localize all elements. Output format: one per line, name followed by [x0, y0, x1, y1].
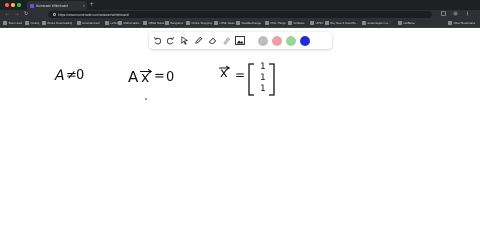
vector-x: x [141, 70, 150, 86]
folder-icon [143, 21, 147, 25]
tab-strip: Numerade Whiteboard × + [0, 0, 480, 10]
forward-button[interactable]: → [14, 11, 19, 18]
folder-icon [118, 21, 122, 25]
folder-icon [288, 21, 292, 25]
bookmark-item[interactable]: acaeimages in a... [362, 21, 390, 25]
equals-sign: = [154, 69, 165, 84]
profile-icon[interactable] [452, 11, 458, 18]
bookmark-item[interactable]: Books Downloading [42, 21, 72, 25]
folder-icon [448, 21, 452, 25]
bookmark-item[interactable]: CBSE Notes [143, 21, 164, 25]
right-bracket [269, 63, 275, 96]
eraser-icon[interactable] [207, 35, 218, 46]
whiteboard-canvas[interactable]: A ≠ 0 A x = 0 x = 1 1 1 [0, 28, 480, 244]
address-bar[interactable]: https://www.numerade.com/answer/whiteboa… [48, 11, 432, 18]
close-window-icon[interactable] [5, 3, 9, 7]
lock-icon [53, 13, 56, 16]
bookmark-item[interactable]: PNG Things [265, 21, 286, 25]
browser-tab[interactable]: Numerade Whiteboard × [27, 1, 87, 10]
bookmark-item[interactable]: Sites Used [3, 21, 22, 25]
handwriting-layer [140, 63, 275, 100]
bookmarks-bar: Sites Used Coding Books Downloading Ente… [0, 19, 480, 28]
reload-button[interactable]: ↻ [24, 11, 28, 18]
folder-icon [236, 21, 240, 25]
bookmark-icon [362, 21, 366, 25]
bookmark-item[interactable]: Entertainment [77, 21, 100, 25]
redo-icon[interactable] [165, 35, 176, 46]
bookmark-item[interactable]: Coding [25, 21, 39, 25]
numerade-favicon-icon [30, 3, 34, 8]
folder-icon [398, 21, 402, 25]
equals-sign: = [235, 68, 246, 82]
highlighter-icon[interactable] [221, 35, 232, 46]
folder-icon [105, 21, 109, 25]
folder-icon [3, 21, 7, 25]
bookmark-item[interactable]: HTML Ideas [214, 21, 235, 25]
browser-menu-icon[interactable] [464, 11, 470, 18]
folder-icon [42, 21, 46, 25]
new-tab-button[interactable]: + [90, 1, 94, 9]
address-row: ← → ↻ https://www.numerade.com/answer/wh… [0, 10, 480, 19]
matrix-a: A [128, 68, 139, 86]
tab-title: Numerade Whiteboard [36, 3, 69, 8]
minimize-window-icon[interactable] [11, 3, 15, 7]
extensions-icon[interactable] [440, 11, 446, 18]
folder-icon [25, 21, 29, 25]
folder-icon [265, 21, 269, 25]
bookmark-item[interactable]: Buy New & Used Bo... [325, 21, 358, 25]
bookmark-item[interactable]: HelBeine [398, 21, 415, 25]
cursor-dot [145, 98, 147, 100]
bookmark-item[interactable]: Bangalore [165, 21, 183, 25]
vector-x: x [220, 66, 228, 81]
bookmark-item[interactable]: Software [288, 21, 305, 25]
folder-icon [214, 21, 218, 25]
back-button[interactable]: ← [5, 11, 10, 18]
other-bookmarks[interactable]: Other Bookmarks [448, 21, 475, 25]
vector-entry: 1 [260, 84, 266, 94]
bookmark-item[interactable]: Online Shopping [186, 21, 212, 25]
bookmark-item[interactable]: StackExchange [236, 21, 261, 25]
tab-close-icon[interactable]: × [83, 3, 85, 8]
whiteboard-toolbar [149, 32, 332, 49]
pen-icon[interactable] [193, 35, 204, 46]
color-swatch-gray[interactable] [258, 35, 268, 46]
undo-icon[interactable] [152, 35, 163, 46]
bookmark-item[interactable]: UPSC [310, 21, 323, 25]
folder-icon [77, 21, 81, 25]
left-bracket [248, 63, 254, 96]
color-swatch-blue[interactable] [300, 35, 310, 46]
bookmark-item[interactable]: Mathematics [118, 21, 139, 25]
color-swatch-pink[interactable] [272, 35, 282, 46]
folder-icon [165, 21, 169, 25]
color-swatch-green[interactable] [286, 35, 296, 46]
image-icon[interactable] [234, 35, 245, 46]
vector-entry: 1 [260, 73, 266, 83]
bookmark-icon [325, 21, 329, 25]
matrix-a: A [55, 68, 65, 84]
folder-icon [186, 21, 190, 25]
vector-entry: 1 [260, 62, 266, 72]
folder-icon [310, 21, 314, 25]
address-url[interactable]: https://www.numerade.com/answer/whiteboa… [58, 13, 129, 17]
zero-value: 0 [166, 70, 175, 85]
select-icon[interactable] [179, 35, 190, 46]
zero-value: 0 [76, 68, 85, 83]
browser-chrome: Numerade Whiteboard × + ← → ↻ https://ww… [0, 0, 480, 28]
maximize-window-icon[interactable] [17, 3, 21, 7]
bookmark-item[interactable]: LaTeX [105, 21, 118, 25]
